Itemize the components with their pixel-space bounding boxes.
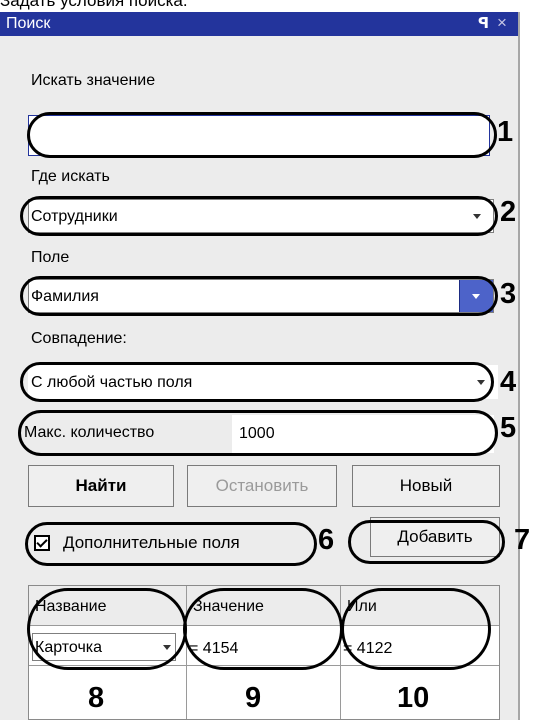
callout-number-7: 7 (514, 524, 531, 556)
new-button[interactable]: Новый (352, 465, 500, 507)
callout-oval-6 (25, 522, 317, 566)
caption: Задать условия поиска. (0, 0, 188, 10)
callout-oval-2 (20, 196, 498, 236)
callout-number-5: 5 (500, 412, 517, 444)
callout-number-6: 6 (318, 524, 335, 556)
callout-oval-4 (20, 362, 494, 402)
callout-number-9: 9 (245, 682, 262, 714)
close-icon[interactable]: × (497, 13, 507, 33)
where-label: Где искать (31, 168, 110, 185)
search-value-label: Искать значение (31, 72, 156, 89)
callout-oval-10 (341, 588, 491, 670)
callout-oval-9 (183, 588, 343, 670)
callout-oval-3 (20, 276, 498, 316)
callout-number-2: 2 (500, 196, 517, 228)
pin-icon[interactable]: ꟼ (478, 14, 489, 32)
callout-oval-5 (18, 410, 498, 456)
callout-number-1: 1 (497, 116, 514, 148)
title-bar: Поиск ꟼ × (0, 12, 518, 36)
callout-number-3: 3 (500, 278, 517, 310)
callout-number-8: 8 (88, 682, 105, 714)
callout-oval-1 (27, 112, 497, 158)
match-label: Совпадение: (31, 330, 127, 347)
find-button[interactable]: Найти (28, 465, 174, 507)
callout-oval-8 (27, 588, 187, 670)
field-label: Поле (31, 249, 70, 266)
callout-number-10: 10 (397, 682, 430, 714)
callout-oval-7 (348, 520, 505, 564)
callout-number-4: 4 (500, 366, 517, 398)
stop-button[interactable]: Остановить (187, 465, 337, 507)
window-title: Поиск (6, 15, 51, 32)
